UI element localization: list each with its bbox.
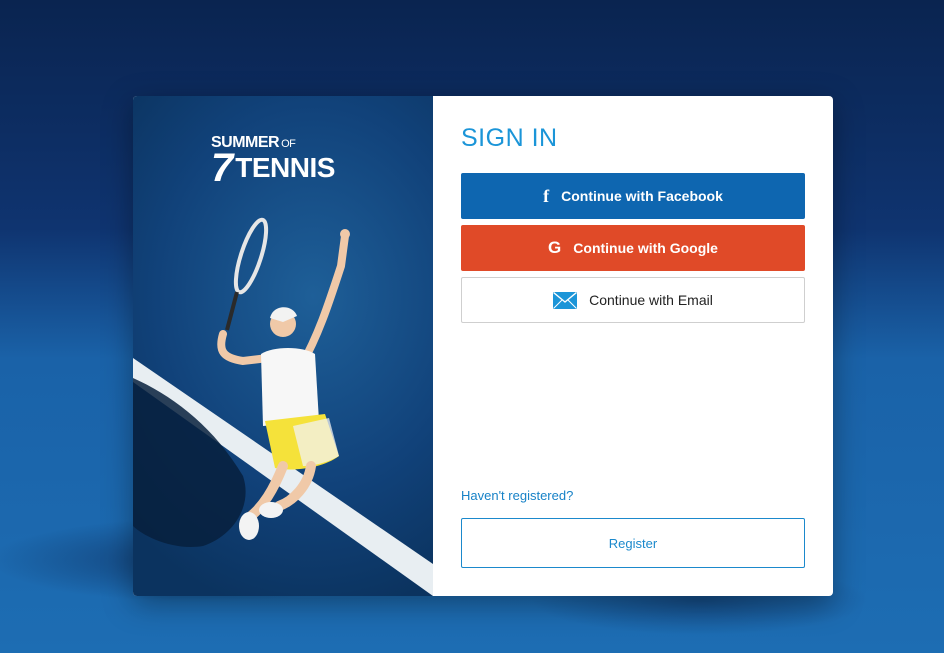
player-hand [340,229,350,239]
google-button-label: Continue with Google [573,240,718,256]
hero-image: SUMMER OF 7 TENNIS [133,96,433,596]
racket-head [233,217,269,295]
racket-handle [225,291,239,331]
continue-with-google-button[interactable]: G Continue with Google [461,225,805,271]
signin-modal: SUMMER OF 7 TENNIS SIGN IN f Continue wit… [133,96,833,596]
mail-icon [553,291,578,309]
havent-registered-link[interactable]: Haven't registered? [461,488,573,503]
logo-tennis-text: TENNIS [235,152,335,183]
player-right-arm [297,232,349,370]
facebook-button-label: Continue with Facebook [561,188,723,204]
email-button-label: Continue with Email [589,292,713,308]
continue-with-facebook-button[interactable]: f Continue with Facebook [461,173,805,219]
page-title: SIGN IN [461,124,558,152]
facebook-icon: f [543,185,550,206]
signin-panel: SIGN IN f Continue with Facebook G Conti… [433,96,833,596]
player-shoe-left [239,512,259,540]
register-button[interactable]: Register [461,518,805,568]
logo-of-text: OF [281,138,296,150]
logo-seven-mark: 7 [211,146,234,190]
player-shoe-right [259,502,283,518]
summer-of-tennis-logo: SUMMER OF 7 TENNIS [211,134,335,190]
google-icon: G [548,238,562,257]
player-shirt [261,348,319,426]
register-button-label: Register [608,535,658,551]
continue-with-email-button[interactable]: Continue with Email [461,277,805,323]
player-left-arm [217,330,272,366]
